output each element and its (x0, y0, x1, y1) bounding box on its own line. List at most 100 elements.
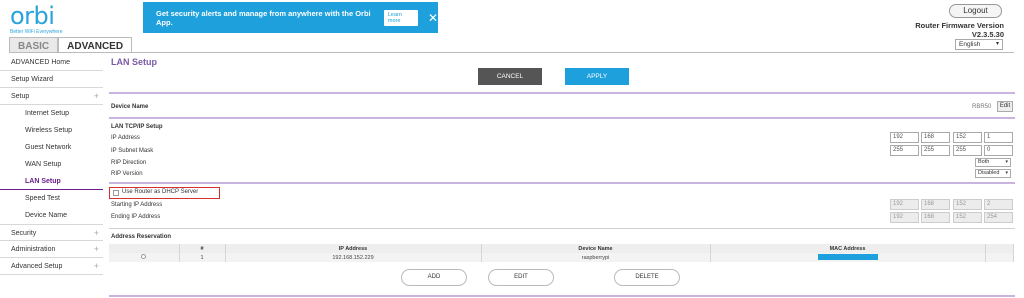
sidebar-item-setup-wizard[interactable]: Setup Wizard (0, 71, 103, 88)
end-ip-octet-2-input[interactable]: 168 (921, 212, 950, 223)
apply-button[interactable]: APPLY (565, 68, 629, 85)
divider (109, 117, 1015, 119)
delete-button[interactable]: DELETE (614, 269, 680, 286)
mac-address-redacted (817, 254, 878, 261)
chevron-down-icon: ▾ (1005, 170, 1008, 176)
row-device-cell: raspberrypi (481, 253, 711, 262)
rip-direction-label: RIP Direction (111, 160, 147, 166)
ip-octet-4-input[interactable]: 1 (984, 132, 1013, 143)
ip-octet-2-input[interactable]: 168 (921, 132, 950, 143)
end-ip-octet-4-input[interactable]: 254 (984, 212, 1013, 223)
sidebar-item-administration[interactable]: Administration + (0, 241, 103, 258)
page-title: LAN Setup (111, 57, 157, 67)
row-ip-cell: 192.168.152.229 (225, 253, 482, 262)
dhcp-server-label: Use Router as DHCP Server (122, 189, 199, 195)
sidebar-item-label: Advanced Setup (11, 263, 63, 270)
sidebar-item-device-name[interactable]: Device Name (0, 207, 103, 224)
column-header-number: # (179, 244, 226, 253)
sidebar-item-guest-network[interactable]: Guest Network (0, 139, 103, 156)
start-ip-octet-2-input[interactable]: 168 (921, 199, 950, 210)
chevron-down-icon: ▾ (1005, 159, 1008, 165)
rip-direction-select[interactable]: Both ▾ (975, 158, 1011, 167)
column-header-mac: MAC Address (710, 244, 986, 253)
rip-version-value: Disabled (978, 170, 1000, 176)
sidebar-item-advanced-setup[interactable]: Advanced Setup + (0, 258, 103, 275)
chevron-down-icon: ▾ (995, 41, 999, 47)
divider (109, 228, 1015, 229)
subnet-octet-2-input[interactable]: 255 (921, 145, 950, 156)
edit-device-name-button[interactable]: Edit (997, 101, 1013, 112)
sidebar-item-security[interactable]: Security + (0, 224, 103, 241)
orbi-logo: orbi Better WiFi Everywhere (10, 4, 63, 35)
device-name-label: Device Name (111, 104, 149, 110)
sidebar-item-label: ADVANCED Home (11, 59, 70, 66)
column-header-device: Device Name (481, 244, 711, 253)
start-ip-octet-3-input[interactable]: 152 (953, 199, 982, 210)
ending-ip-label: Ending IP Address (111, 214, 161, 220)
expand-icon[interactable]: + (94, 258, 99, 275)
rip-direction-value: Both (978, 159, 990, 165)
reservation-table: # IP Address Device Name MAC Address 1 1… (109, 244, 1014, 262)
sidebar-item-label: Setup Wizard (11, 76, 54, 83)
language-select[interactable]: English ▾ (955, 39, 1003, 50)
end-ip-octet-1-input[interactable]: 192 (890, 212, 919, 223)
column-header-select (109, 244, 180, 253)
add-button[interactable]: ADD (401, 269, 467, 286)
lan-section-title: LAN TCP/IP Setup (111, 124, 163, 130)
start-ip-octet-4-input[interactable]: 2 (984, 199, 1013, 210)
starting-ip-label: Starting IP Address (111, 202, 163, 208)
subnet-octet-1-input[interactable]: 255 (890, 145, 919, 156)
mode-tabs: BASIC ADVANCED (9, 37, 133, 52)
table-row[interactable]: 1 192.168.152.229 raspberrypi (109, 253, 1014, 262)
learn-more-button[interactable]: Learn more (383, 9, 418, 26)
tab-advanced[interactable]: ADVANCED (58, 37, 133, 52)
firmware-info: Router Firmware Version V2.3.5.30 (915, 21, 1004, 39)
tab-divider (9, 52, 1014, 53)
column-header-ip: IP Address (225, 244, 482, 253)
sidebar-item-wan-setup[interactable]: WAN Setup (0, 156, 103, 173)
sidebar-item-lan-setup[interactable]: LAN Setup (0, 173, 103, 190)
logo-text: orbi (10, 2, 55, 30)
app-promo-banner: Get security alerts and manage from anyw… (143, 2, 438, 33)
rip-version-select[interactable]: Disabled ▾ (975, 169, 1011, 178)
sidebar-item-speed-test[interactable]: Speed Test (0, 190, 103, 207)
sidebar-item-wireless-setup[interactable]: Wireless Setup (0, 122, 103, 139)
firmware-label: Router Firmware Version (915, 21, 1004, 30)
ip-octet-3-input[interactable]: 152 (953, 132, 982, 143)
row-mac-cell (710, 253, 986, 262)
logout-button[interactable]: Logout (949, 4, 1002, 18)
cancel-button[interactable]: CANCEL (478, 68, 542, 85)
divider (109, 295, 1015, 297)
start-ip-octet-1-input[interactable]: 192 (890, 199, 919, 210)
sidebar-item-internet-setup[interactable]: Internet Setup (0, 105, 103, 122)
expand-icon[interactable]: + (94, 225, 99, 242)
ip-octet-1-input[interactable]: 192 (890, 132, 919, 143)
divider (109, 182, 1015, 184)
device-name-value: RBR50 (972, 104, 992, 110)
subnet-label: IP Subnet Mask (111, 148, 154, 154)
sidebar-item-advanced-home[interactable]: ADVANCED Home (0, 54, 103, 71)
row-number-cell: 1 (179, 253, 226, 262)
close-icon[interactable]: ✕ (428, 11, 438, 25)
sidebar: ADVANCED Home Setup Wizard Setup + Intern… (0, 54, 103, 275)
row-spacer-cell (985, 253, 1014, 262)
divider (109, 92, 1015, 94)
sidebar-item-label: Administration (11, 246, 56, 253)
column-header-spacer (985, 244, 1014, 253)
sidebar-item-label: Setup (11, 93, 30, 100)
subnet-octet-3-input[interactable]: 255 (953, 145, 982, 156)
tab-basic[interactable]: BASIC (9, 37, 59, 52)
dhcp-server-checkbox[interactable] (113, 190, 119, 196)
banner-text: Get security alerts and manage from anyw… (156, 8, 371, 27)
expand-icon[interactable]: + (94, 241, 99, 258)
language-value: English (959, 41, 981, 48)
edit-button[interactable]: EDIT (488, 269, 554, 286)
firmware-version: V2.3.5.30 (971, 30, 1004, 39)
sidebar-item-label: Security (11, 230, 37, 237)
expand-icon[interactable]: + (94, 88, 99, 105)
subnet-octet-4-input[interactable]: 0 (984, 145, 1013, 156)
table-header-row: # IP Address Device Name MAC Address (109, 244, 1014, 253)
row-radio-button[interactable] (141, 254, 147, 259)
sidebar-item-setup[interactable]: Setup + (0, 88, 103, 105)
end-ip-octet-3-input[interactable]: 152 (953, 212, 982, 223)
